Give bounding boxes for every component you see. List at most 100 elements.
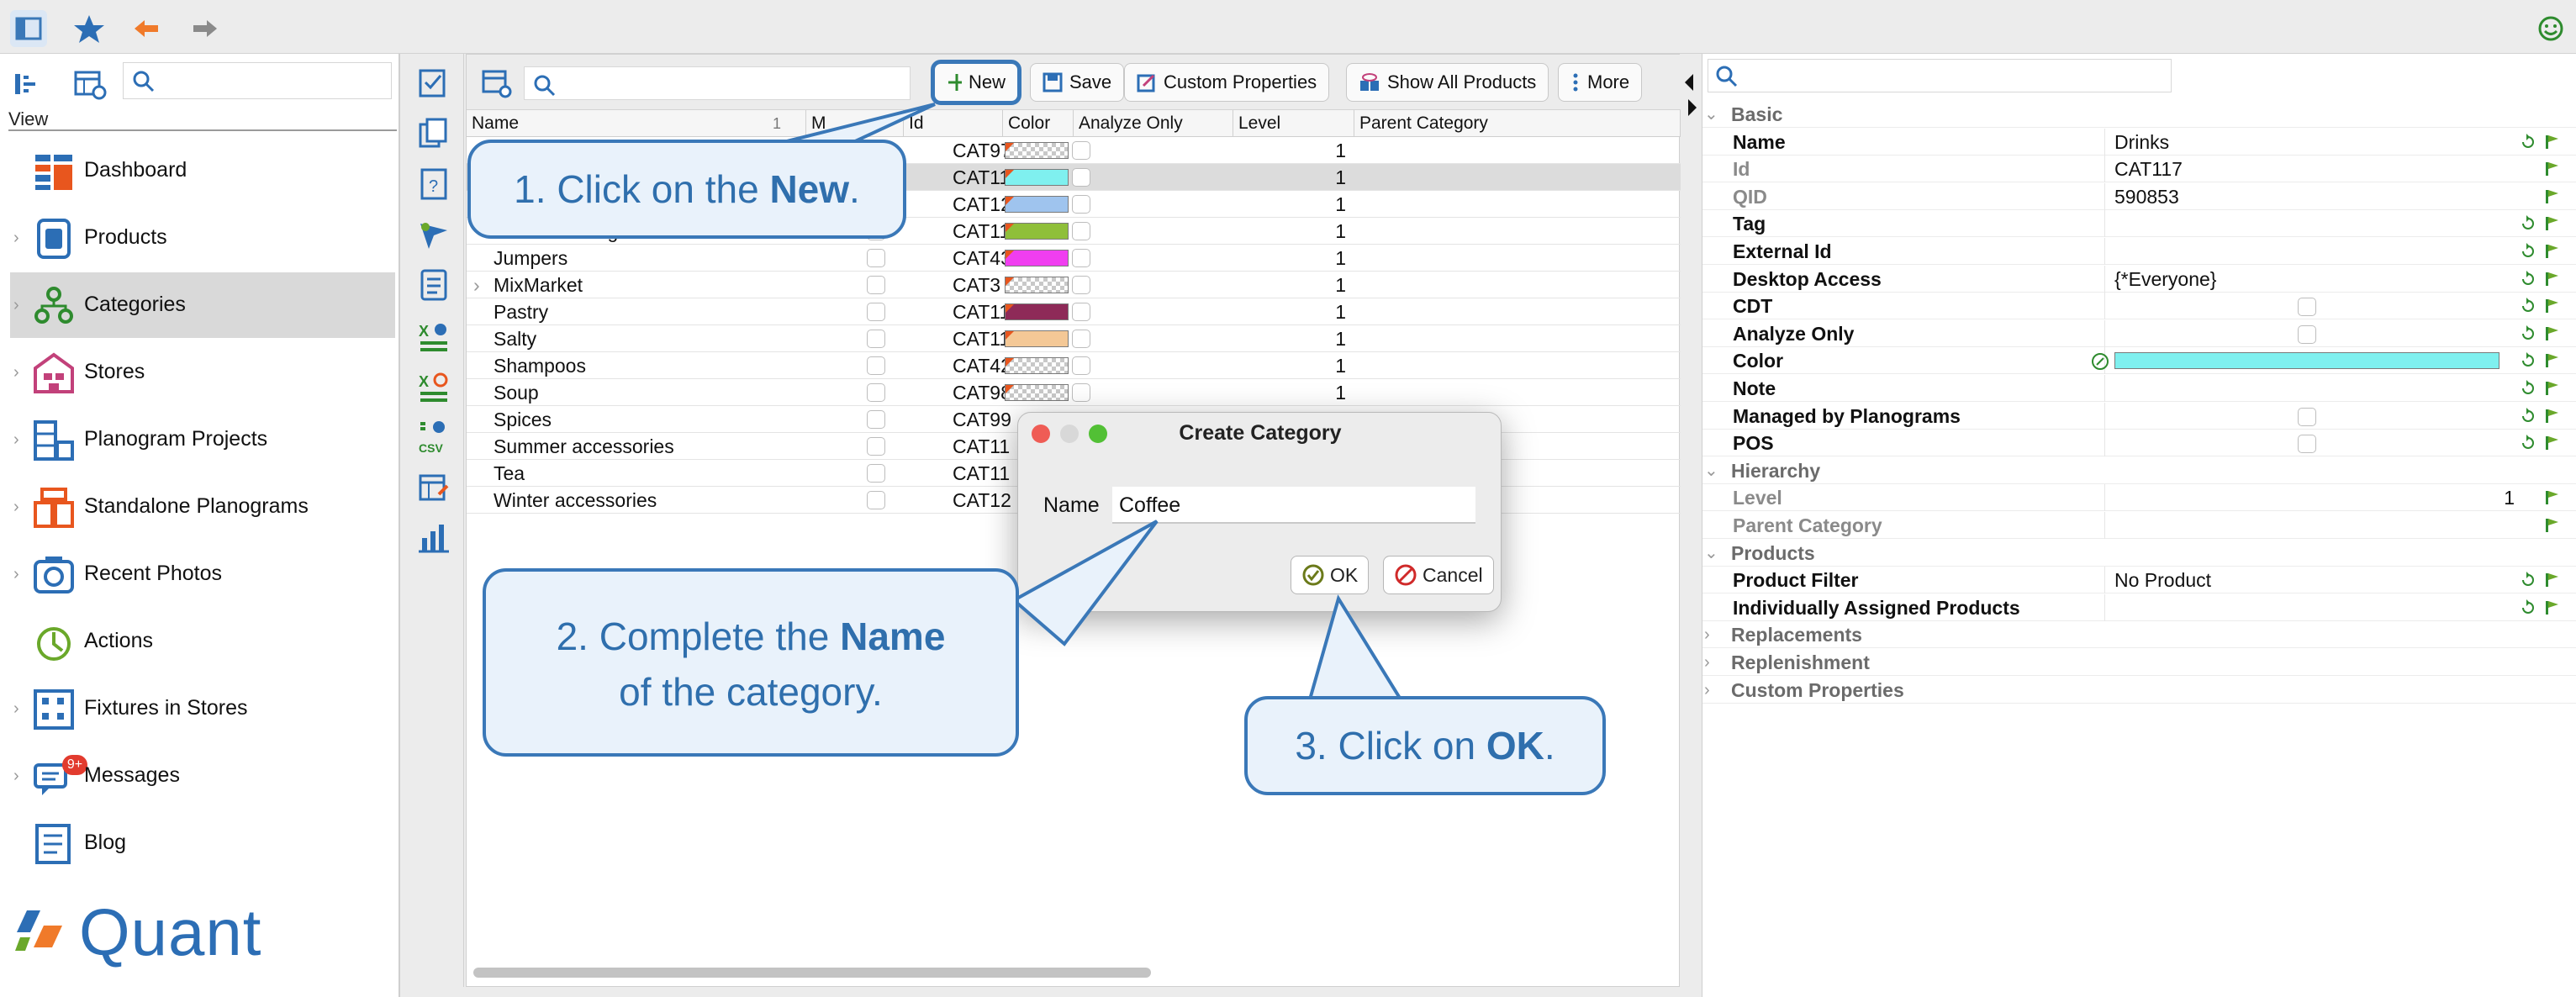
property-flag-icon[interactable] [2543, 435, 2560, 451]
grid-search-input[interactable] [524, 66, 911, 100]
color-swatch[interactable] [1005, 169, 1069, 186]
sidebar-search-input[interactable] [123, 62, 392, 99]
sidebar-item-standalone-planograms[interactable]: › Standalone Planograms [10, 474, 395, 540]
excel-export-icon[interactable]: X [415, 318, 452, 355]
chevron-right-icon[interactable]: › [13, 699, 19, 719]
chevron-right-icon[interactable]: › [1704, 621, 1710, 648]
collapse-panel-icon[interactable] [1683, 71, 1695, 94]
chevron-right-icon[interactable]: › [13, 767, 19, 786]
column-header-analyze-only[interactable]: Analyze Only [1074, 110, 1233, 137]
sidebar-item-fixtures-in-stores[interactable]: › Fixtures in Stores [10, 676, 395, 741]
analyze-only-checkbox[interactable] [1072, 195, 1090, 214]
row-checkbox[interactable] [867, 330, 885, 348]
sidebar-item-stores[interactable]: › Stores [10, 340, 395, 405]
chevron-right-icon[interactable]: › [13, 565, 19, 584]
color-picker-icon[interactable] [2091, 352, 2109, 371]
property-flag-icon[interactable] [2543, 408, 2560, 425]
property-row-color[interactable]: Color [1702, 347, 2576, 375]
cancel-button[interactable]: Cancel [1383, 556, 1494, 594]
chevron-right-icon[interactable]: › [1704, 649, 1710, 676]
property-checkbox[interactable] [2298, 407, 2316, 426]
analyze-only-checkbox[interactable] [1072, 276, 1090, 294]
color-swatch[interactable] [1005, 303, 1069, 320]
chevron-right-icon[interactable]: › [473, 272, 480, 298]
reset-value-icon[interactable] [2520, 407, 2536, 425]
sidebar-item-actions[interactable]: Actions [10, 609, 395, 674]
property-flag-icon[interactable] [2543, 572, 2560, 588]
properties-search-input[interactable] [1708, 59, 2172, 92]
property-flag-icon[interactable] [2543, 380, 2560, 397]
property-checkbox[interactable] [2298, 298, 2316, 317]
more-button[interactable]: More [1558, 63, 1643, 102]
table-row[interactable]: › MixMarket CAT3 1 [467, 272, 1681, 298]
property-row-pos[interactable]: POS [1702, 430, 2576, 457]
category-name-field[interactable]: Coffee [1112, 487, 1475, 524]
property-row-parent-category[interactable]: Parent Category [1702, 512, 2576, 539]
chevron-right-icon[interactable]: › [13, 498, 19, 517]
property-checkbox[interactable] [2298, 324, 2316, 344]
property-flag-icon[interactable] [2543, 298, 2560, 314]
sidebar-item-categories[interactable]: › Categories [10, 272, 395, 338]
reset-value-icon[interactable] [2520, 599, 2536, 616]
chevron-down-icon[interactable]: ⌄ [1704, 457, 1718, 484]
reset-value-icon[interactable] [2520, 435, 2536, 451]
analyze-only-checkbox[interactable] [1072, 249, 1090, 267]
back-arrow-icon[interactable] [128, 10, 165, 47]
reset-value-icon[interactable] [2520, 215, 2536, 232]
column-header-m[interactable]: M [806, 110, 904, 137]
smiley-icon[interactable] [2532, 10, 2569, 47]
row-checkbox[interactable] [867, 303, 885, 321]
collapse-tree-icon[interactable] [10, 64, 50, 104]
column-header-parent-category[interactable]: Parent Category [1354, 110, 1681, 137]
table-row[interactable]: Pastry CAT115 1 [467, 298, 1681, 325]
property-row-desktop-access[interactable]: Desktop Access {*Everyone} [1702, 265, 2576, 293]
custom-properties-button[interactable]: Custom Properties [1124, 63, 1330, 102]
color-swatch[interactable] [1005, 196, 1069, 213]
column-header-color[interactable]: Color [1003, 110, 1074, 137]
property-row-managed-by-planograms[interactable]: Managed by Planograms [1702, 402, 2576, 430]
table-settings-icon[interactable] [71, 64, 111, 104]
property-row-tag[interactable]: Tag [1702, 210, 2576, 238]
column-header-name[interactable]: Name 1 [467, 110, 806, 137]
reset-value-icon[interactable] [2520, 298, 2536, 314]
property-row-individually-assigned[interactable]: Individually Assigned Products [1702, 593, 2576, 621]
favorites-star-icon[interactable] [71, 10, 108, 47]
row-checkbox[interactable] [867, 276, 885, 294]
analyze-only-checkbox[interactable] [1072, 141, 1090, 160]
new-button[interactable]: New [931, 60, 1021, 105]
chevron-right-icon[interactable]: › [13, 430, 19, 450]
checklist-icon[interactable] [415, 66, 452, 103]
help-document-icon[interactable]: ? [415, 166, 452, 203]
section-replenishment[interactable]: › Replenishment [1702, 649, 2576, 676]
row-checkbox[interactable] [867, 383, 885, 402]
sidebar-item-products[interactable]: › Products [10, 205, 395, 271]
row-checkbox[interactable] [867, 464, 885, 483]
save-button[interactable]: Save [1030, 63, 1125, 102]
bar-chart-icon[interactable] [415, 520, 452, 557]
property-row-external-id[interactable]: External Id [1702, 238, 2576, 265]
section-products[interactable]: ⌄ Products [1702, 540, 2576, 567]
property-row-product-filter[interactable]: Product Filter No Product [1702, 567, 2576, 594]
analyze-only-checkbox[interactable] [1072, 383, 1090, 402]
chevron-down-icon[interactable]: ⌄ [1704, 540, 1718, 567]
ok-button[interactable]: OK [1291, 556, 1370, 594]
analyze-only-checkbox[interactable] [1072, 168, 1090, 187]
reset-value-icon[interactable] [2520, 572, 2536, 588]
sidebar-item-dashboard[interactable]: Dashboard [10, 138, 395, 203]
color-swatch[interactable] [1005, 330, 1069, 347]
section-basic[interactable]: ⌄ Basic [1702, 101, 2576, 128]
forward-arrow-icon[interactable] [187, 10, 224, 47]
document-list-icon[interactable] [415, 267, 452, 304]
reset-value-icon[interactable] [2520, 243, 2536, 260]
sidebar-item-messages[interactable]: › 9+ Messages [10, 743, 395, 809]
row-checkbox[interactable] [867, 491, 885, 509]
reset-value-icon[interactable] [2520, 352, 2536, 369]
color-swatch[interactable] [1005, 277, 1069, 293]
sidebar-toggle-icon[interactable] [10, 10, 47, 47]
table-settings-icon[interactable] [480, 66, 514, 100]
reset-value-icon[interactable] [2520, 380, 2536, 397]
property-color-swatch[interactable] [2114, 352, 2499, 370]
location-pin-icon[interactable] [415, 217, 452, 254]
property-flag-icon[interactable] [2543, 517, 2560, 534]
property-row-id[interactable]: Id CAT117 [1702, 156, 2576, 183]
